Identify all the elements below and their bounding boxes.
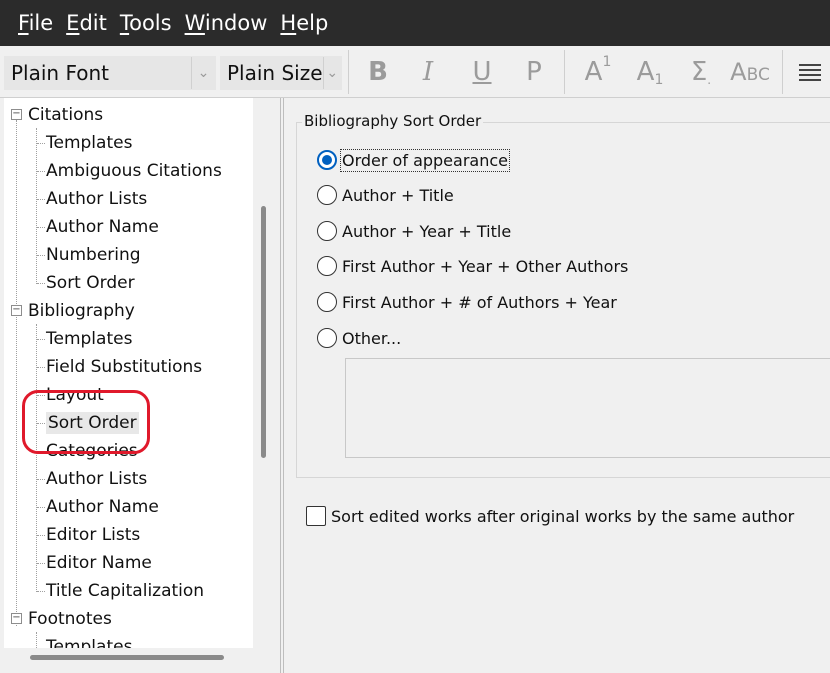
tree-connector bbox=[37, 367, 45, 368]
subscript-icon: A bbox=[636, 57, 655, 87]
tree-item-bibliography-author-name[interactable]: Author Name bbox=[46, 493, 159, 521]
radio-icon[interactable] bbox=[317, 328, 337, 348]
tree-connector bbox=[37, 227, 45, 228]
italic-button[interactable]: I bbox=[412, 52, 444, 92]
sort-edited-works-checkbox[interactable] bbox=[306, 506, 326, 526]
align-button[interactable] bbox=[796, 52, 824, 92]
tree-horizontal-scrollbar[interactable] bbox=[30, 655, 224, 660]
font-select-value: Plain Font bbox=[11, 61, 110, 85]
tree-node-bibliography[interactable]: Bibliography bbox=[28, 297, 135, 325]
toolbar-divider bbox=[564, 50, 565, 94]
tree-item-citations-templates[interactable]: Templates bbox=[46, 129, 132, 157]
sort-edited-works-label: Sort edited works after original works b… bbox=[331, 506, 795, 526]
radio-first-author-num-authors-year[interactable]: First Author + # of Authors + Year bbox=[317, 289, 617, 315]
tree-connector bbox=[36, 128, 37, 284]
tree-item-numbering[interactable]: Numbering bbox=[46, 241, 141, 269]
menu-help[interactable]: Help bbox=[280, 0, 328, 46]
tree-vertical-scrollbar[interactable] bbox=[261, 206, 266, 458]
annotation-highlight-ring bbox=[22, 390, 150, 454]
superscript-button[interactable]: A1 bbox=[580, 52, 616, 92]
collapse-icon[interactable]: − bbox=[11, 613, 22, 624]
tree-item-citations-author-lists[interactable]: Author Lists bbox=[46, 185, 147, 213]
radio-author-title[interactable]: Author + Title bbox=[317, 182, 454, 208]
tree-node-footnotes[interactable]: Footnotes bbox=[28, 605, 112, 633]
radio-order-of-appearance[interactable]: Order of appearance bbox=[317, 147, 510, 173]
bold-button[interactable]: B bbox=[362, 52, 394, 92]
tree-connector bbox=[37, 591, 45, 592]
tree-item-editor-lists[interactable]: Editor Lists bbox=[46, 521, 140, 549]
tree-item-bibliography-author-lists[interactable]: Author Lists bbox=[46, 465, 147, 493]
radio-other[interactable]: Other... bbox=[317, 325, 401, 351]
tree-node-citations[interactable]: Citations bbox=[28, 101, 103, 129]
font-select[interactable]: Plain Font ⌄ bbox=[4, 56, 216, 90]
size-select[interactable]: Plain Size ⌄ bbox=[220, 56, 342, 90]
tree-item-field-substitutions[interactable]: Field Substitutions bbox=[46, 353, 202, 381]
tree-item-citations-author-name[interactable]: Author Name bbox=[46, 213, 159, 241]
tree-connector bbox=[37, 535, 45, 536]
superscript-icon: A bbox=[584, 57, 603, 87]
menu-edit[interactable]: Edit bbox=[66, 0, 107, 46]
radio-icon[interactable] bbox=[317, 221, 337, 241]
toolbar-divider bbox=[348, 50, 349, 94]
tree-connector bbox=[16, 120, 17, 626]
tree-connector bbox=[37, 339, 45, 340]
small-caps-button[interactable]: Abc bbox=[730, 52, 770, 92]
tree-item-editor-name[interactable]: Editor Name bbox=[46, 549, 152, 577]
toolbar-divider bbox=[782, 50, 783, 94]
underline-button[interactable]: U bbox=[466, 52, 498, 92]
style-sections-tree[interactable]: − Citations Templates Ambiguous Citation… bbox=[4, 98, 253, 648]
plain-button[interactable]: P bbox=[518, 52, 550, 92]
align-left-icon bbox=[799, 64, 821, 81]
sort-order-panel: Bibliography Sort Order Order of appeara… bbox=[284, 98, 830, 673]
subscript-button[interactable]: A1 bbox=[632, 52, 668, 92]
tree-connector bbox=[37, 563, 45, 564]
menu-tools[interactable]: Tools bbox=[120, 0, 172, 46]
menu-bar: File Edit Tools Window Help bbox=[0, 0, 830, 46]
tree-connector bbox=[36, 324, 37, 592]
tree-item-citations-sort-order[interactable]: Sort Order bbox=[46, 269, 135, 297]
chevron-down-icon[interactable]: ⌄ bbox=[322, 57, 341, 89]
chevron-down-icon[interactable]: ⌄ bbox=[191, 57, 215, 89]
tree-connector bbox=[37, 255, 45, 256]
tree-connector bbox=[37, 507, 45, 508]
collapse-icon[interactable]: − bbox=[11, 305, 22, 316]
radio-first-author-year-other-authors[interactable]: First Author + Year + Other Authors bbox=[317, 253, 628, 279]
tree-item-bibliography-templates[interactable]: Templates bbox=[46, 325, 132, 353]
radio-icon[interactable] bbox=[317, 185, 337, 205]
tree-connector bbox=[37, 171, 45, 172]
tree-item-ambiguous-citations[interactable]: Ambiguous Citations bbox=[46, 157, 222, 185]
other-sort-textarea[interactable] bbox=[345, 358, 830, 458]
tree-item-title-capitalization[interactable]: Title Capitalization bbox=[46, 577, 204, 605]
tree-connector bbox=[37, 143, 45, 144]
size-select-value: Plain Size bbox=[227, 61, 323, 85]
tree-connector bbox=[37, 199, 45, 200]
sort-edited-works-checkbox-row[interactable]: Sort edited works after original works b… bbox=[306, 504, 794, 528]
menu-file[interactable]: File bbox=[18, 0, 53, 46]
sum-icon: Σ bbox=[690, 57, 708, 87]
tree-connector bbox=[37, 283, 45, 284]
group-title: Bibliography Sort Order bbox=[302, 112, 484, 130]
tree-connector bbox=[36, 632, 37, 648]
symbol-button[interactable]: Σ. bbox=[686, 52, 716, 92]
radio-icon[interactable] bbox=[317, 292, 337, 312]
menu-window[interactable]: Window bbox=[185, 0, 268, 46]
collapse-icon[interactable]: − bbox=[11, 109, 22, 120]
formatting-toolbar: Plain Font ⌄ Plain Size ⌄ B I U P A1 A1 … bbox=[0, 46, 830, 98]
tree-connector bbox=[37, 479, 45, 480]
radio-author-year-title[interactable]: Author + Year + Title bbox=[317, 218, 511, 244]
radio-icon[interactable] bbox=[317, 256, 337, 276]
tree-item-footnotes-templates[interactable]: Templates bbox=[46, 633, 132, 648]
radio-selected-icon[interactable] bbox=[317, 150, 337, 170]
